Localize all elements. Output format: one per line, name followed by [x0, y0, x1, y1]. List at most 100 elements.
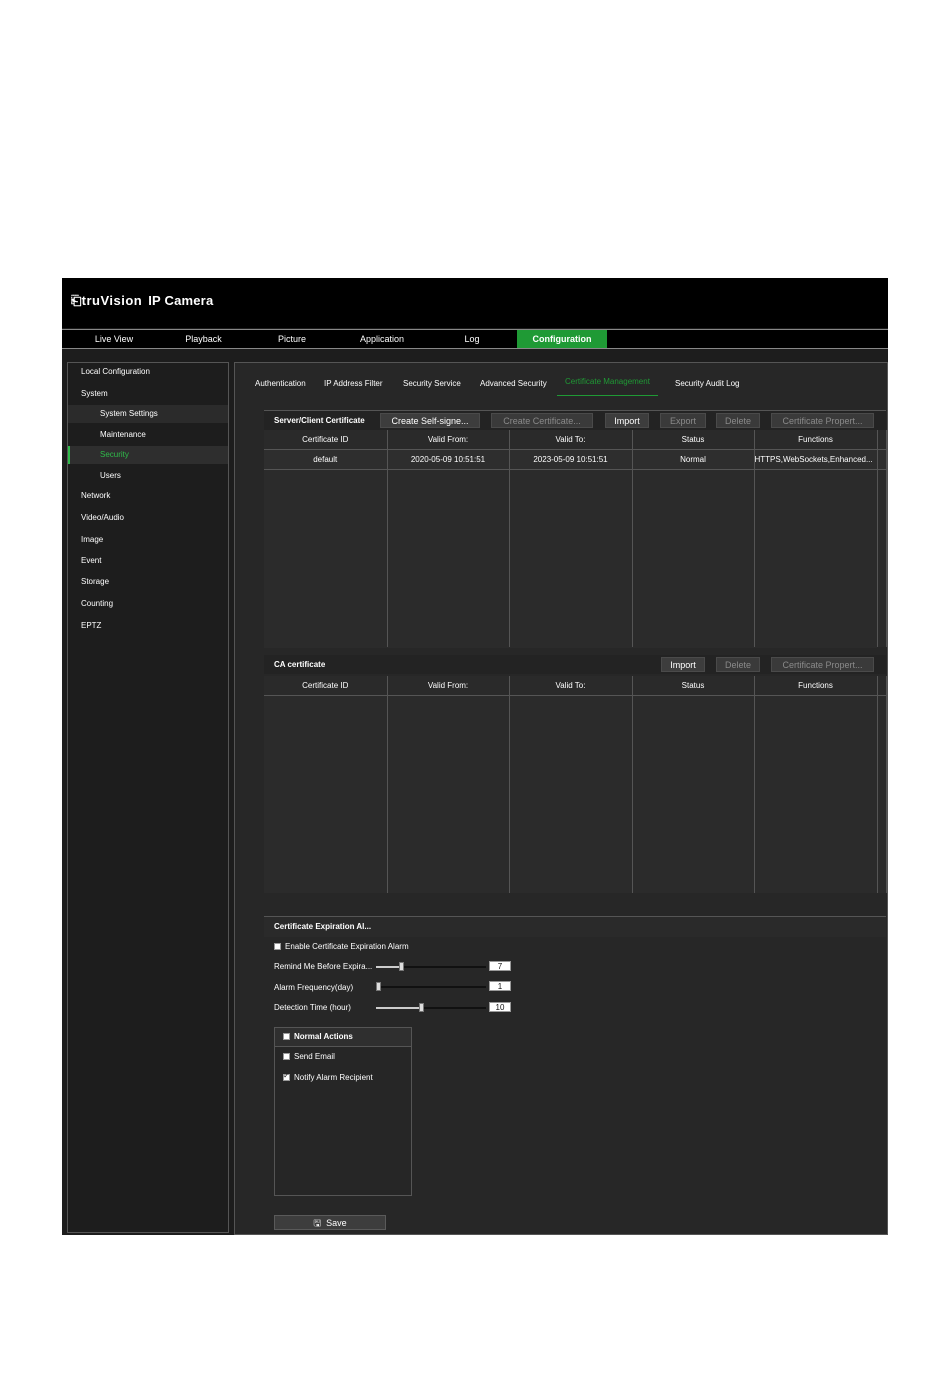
sidebar-item-local-configuration[interactable]: Local Configuration [68, 363, 228, 381]
brand-name: truVision [81, 293, 143, 308]
table-row[interactable]: default 2020-05-09 10:51:51 2023-05-09 1… [264, 449, 887, 470]
remind-before-slider[interactable] [376, 962, 486, 971]
slider-thumb[interactable] [419, 1003, 424, 1012]
ca-cert-title: CA certificate [274, 660, 326, 669]
empty-cell [632, 469, 755, 647]
empty-cell [754, 469, 878, 647]
nav-picture[interactable]: Picture [247, 330, 337, 348]
scrollbar-header [877, 676, 887, 696]
sidebar-item-security[interactable]: Security [68, 446, 228, 464]
cell-status: Normal [632, 449, 755, 470]
tab-ip-address-filter[interactable]: IP Address Filter [324, 376, 383, 392]
detection-time-label: Detection Time (hour) [274, 1003, 351, 1012]
alarm-frequency-slider[interactable] [376, 982, 486, 991]
ca-certificate-properties-button[interactable]: Certificate Propert... [771, 657, 874, 672]
slider-fill [376, 966, 401, 968]
normal-actions-label: Normal Actions [294, 1032, 353, 1041]
column-certificate-id[interactable]: Certificate ID [264, 676, 388, 696]
column-valid-to[interactable]: Valid To: [509, 430, 633, 450]
nav-configuration[interactable]: Configuration [517, 330, 607, 348]
empty-cell [264, 695, 388, 893]
row-spacer [877, 449, 887, 470]
normal-actions-header: Normal Actions [275, 1028, 411, 1047]
nav-playback[interactable]: Playback [166, 330, 241, 348]
notify-recipient-row[interactable]: Notify Alarm Recipient [283, 1071, 373, 1082]
sidebar-item-counting[interactable]: Counting [68, 595, 228, 613]
cell-functions: HTTPS,WebSockets,Enhanced... [754, 449, 878, 470]
expiration-alarm-title: Certificate Expiration Al... [274, 922, 372, 931]
tab-security-service[interactable]: Security Service [403, 376, 461, 392]
column-functions[interactable]: Functions [754, 430, 878, 450]
ca-import-button[interactable]: Import [661, 657, 705, 672]
enable-expiration-alarm-label: Enable Certificate Expiration Alarm [285, 942, 409, 951]
slider-thumb[interactable] [399, 962, 404, 971]
normal-actions-panel: Normal Actions Send Email Notify Alarm R… [274, 1027, 412, 1196]
empty-cell [877, 695, 887, 893]
sidebar-item-event[interactable]: Event [68, 552, 228, 570]
notify-recipient-label: Notify Alarm Recipient [294, 1073, 373, 1082]
sidebar-item-users[interactable]: Users [68, 467, 228, 485]
enable-expiration-alarm-row[interactable]: Enable Certificate Expiration Alarm [274, 942, 409, 951]
normal-actions-checkbox[interactable] [283, 1033, 290, 1041]
column-valid-from[interactable]: Valid From: [387, 430, 510, 450]
header-bar: ⎗truVision IP Camera [62, 278, 888, 328]
server-certificate-properties-button[interactable]: Certificate Propert... [771, 413, 874, 428]
send-email-row[interactable]: Send Email [283, 1052, 335, 1061]
alarm-frequency-value[interactable]: 1 [489, 981, 511, 991]
column-valid-to[interactable]: Valid To: [509, 676, 633, 696]
empty-cell [387, 469, 510, 647]
tab-certificate-management[interactable]: Certificate Management [557, 373, 658, 396]
empty-cell [877, 469, 887, 647]
detection-time-slider[interactable] [376, 1003, 486, 1012]
server-cert-title: Server/Client Certificate [274, 416, 365, 425]
column-functions[interactable]: Functions [754, 676, 878, 696]
enable-expiration-alarm-checkbox[interactable] [274, 943, 281, 951]
sidebar-item-image[interactable]: Image [68, 531, 228, 549]
slider-thumb[interactable] [376, 982, 381, 991]
sidebar-item-network[interactable]: Network [68, 487, 228, 505]
export-button[interactable]: Export [660, 413, 706, 428]
tab-authentication[interactable]: Authentication [255, 376, 306, 392]
remind-before-label: Remind Me Before Expira... [274, 962, 373, 971]
nav-live-view[interactable]: Live View [62, 330, 166, 348]
detection-time-value[interactable]: 10 [489, 1002, 511, 1012]
sidebar: Local Configuration System System Settin… [67, 362, 229, 1233]
empty-cell [754, 695, 878, 893]
column-valid-from[interactable]: Valid From: [387, 676, 510, 696]
nav-log[interactable]: Log [427, 330, 517, 348]
server-import-button[interactable]: Import [605, 413, 649, 428]
cell-valid-to: 2023-05-09 10:51:51 [509, 449, 633, 470]
remind-before-value[interactable]: 7 [489, 961, 511, 971]
tab-advanced-security[interactable]: Advanced Security [480, 376, 547, 392]
sidebar-item-system-settings[interactable]: System Settings [68, 405, 228, 423]
alarm-frequency-label: Alarm Frequency(day) [274, 983, 354, 992]
logo: ⎗truVision IP Camera [71, 293, 213, 309]
create-certificate-button[interactable]: Create Certificate... [491, 413, 593, 428]
nav-application[interactable]: Application [337, 330, 427, 348]
save-icon: 🖫 [313, 1218, 322, 1228]
sidebar-item-system[interactable]: System [68, 385, 228, 403]
empty-cell [509, 695, 633, 893]
camera-web-ui: ⎗truVision IP Camera Live View Playback P… [62, 278, 888, 1235]
tab-security-audit-log[interactable]: Security Audit Log [675, 376, 739, 392]
ca-cert-table: Certificate ID Valid From: Valid To: Sta… [264, 676, 887, 893]
save-button[interactable]: 🖫 Save [274, 1215, 386, 1230]
column-status[interactable]: Status [632, 676, 755, 696]
server-delete-button[interactable]: Delete [716, 413, 760, 428]
ca-delete-button[interactable]: Delete [716, 657, 760, 672]
sidebar-item-video-audio[interactable]: Video/Audio [68, 509, 228, 527]
empty-cell [632, 695, 755, 893]
empty-cell [264, 469, 388, 647]
send-email-label: Send Email [294, 1052, 335, 1061]
save-label: Save [326, 1218, 347, 1228]
notify-recipient-checkbox[interactable] [283, 1071, 290, 1082]
sidebar-item-maintenance[interactable]: Maintenance [68, 426, 228, 444]
sidebar-item-storage[interactable]: Storage [68, 573, 228, 591]
create-self-signed-button[interactable]: Create Self-signe... [380, 413, 480, 428]
scrollbar-header [877, 430, 887, 450]
column-status[interactable]: Status [632, 430, 755, 450]
normal-actions-row[interactable]: Normal Actions [283, 1032, 353, 1041]
send-email-checkbox[interactable] [283, 1053, 290, 1061]
sidebar-item-eptz[interactable]: EPTZ [68, 617, 228, 635]
column-certificate-id[interactable]: Certificate ID [264, 430, 388, 450]
